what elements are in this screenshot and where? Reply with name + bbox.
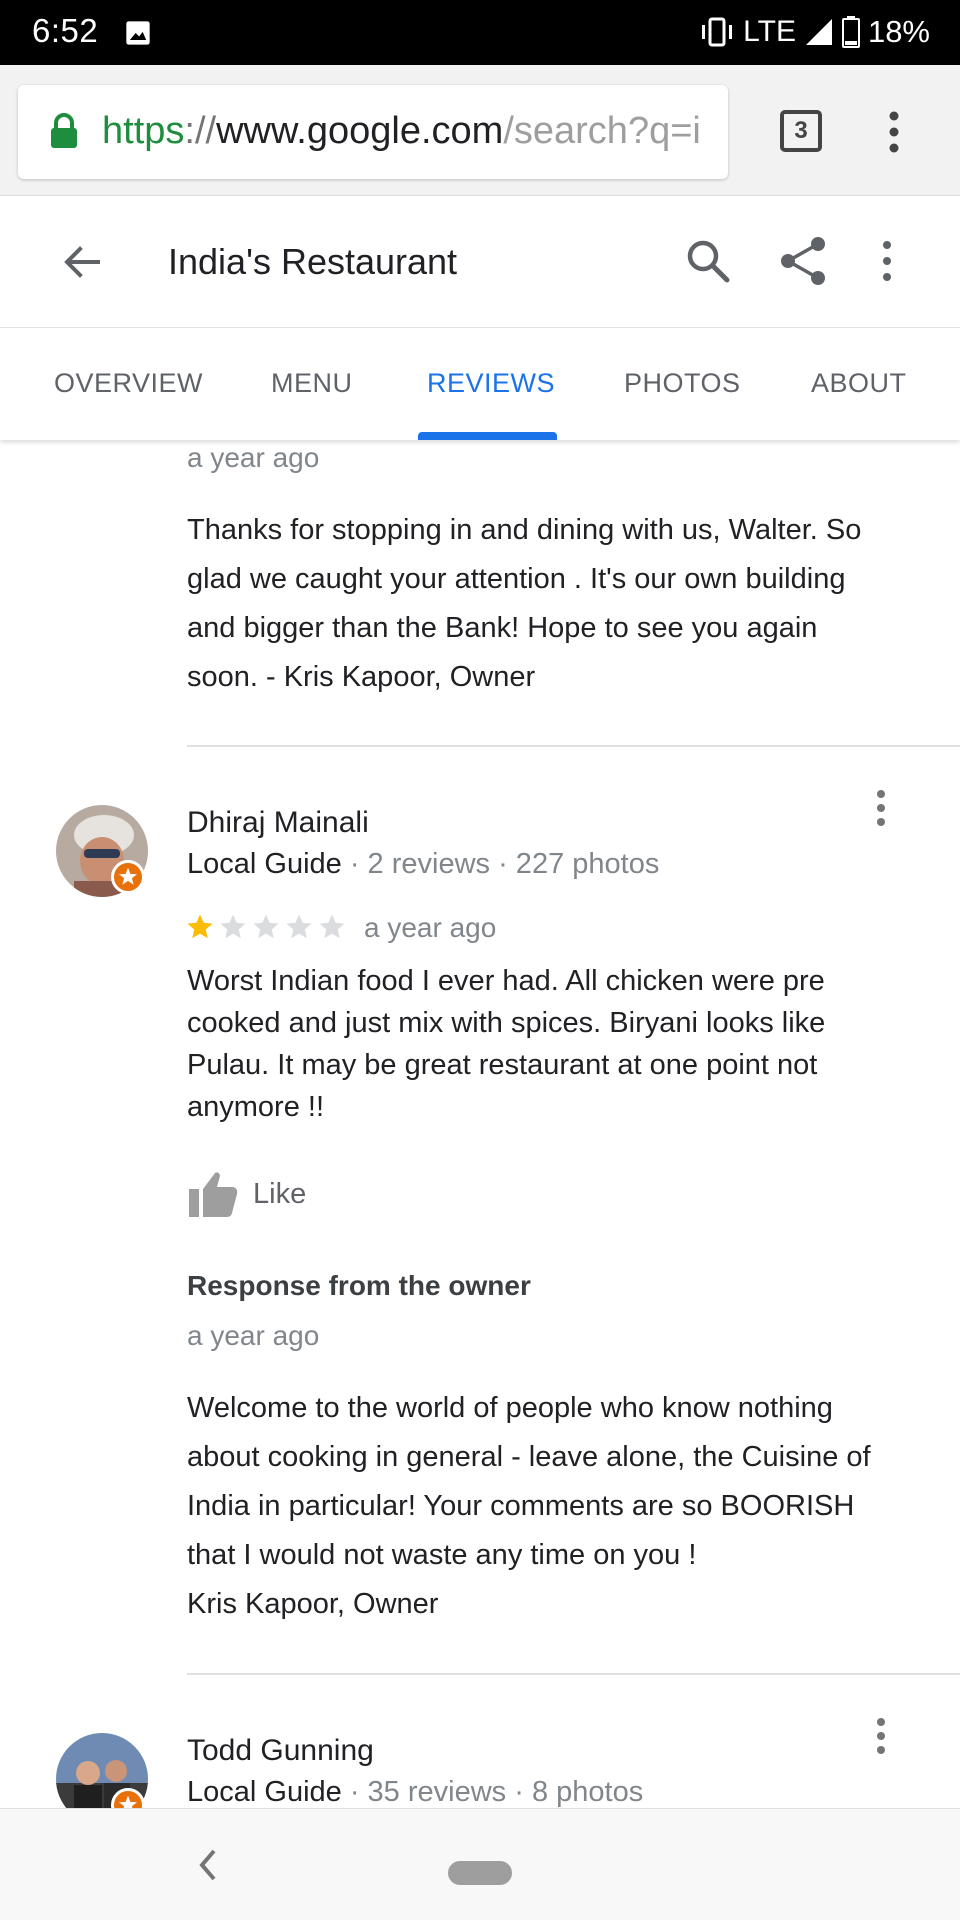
review-divider	[187, 745, 960, 747]
signal-icon	[805, 19, 832, 45]
review-line: anymore !!	[187, 1091, 324, 1123]
reviewer-stats: · 35 reviews · 8 photos	[341, 1776, 644, 1808]
owner-response-heading: Response from the owner	[187, 1270, 531, 1301]
active-tab-indicator	[418, 432, 557, 440]
owner-response-time: a year ago	[187, 442, 320, 473]
owner-response-line: glad we caught your attention . It's our…	[187, 563, 846, 595]
network-type: LTE	[743, 15, 796, 48]
home-pill-button[interactable]	[448, 1861, 512, 1885]
tab-bar: OVERVIEW MENU REVIEWS PHOTOS ABOUT	[0, 328, 960, 440]
owner-response-line: India in particular! Your comments are s…	[187, 1490, 855, 1522]
reviewer-name[interactable]: Todd Gunning	[187, 1734, 374, 1768]
address-bar[interactable]: https://www.google.com/search?q=i	[18, 85, 728, 179]
local-guide-label: Local Guide	[187, 848, 342, 880]
url-scheme: https	[102, 110, 185, 152]
owner-response-time: a year ago	[187, 1320, 320, 1351]
lock-icon	[51, 113, 77, 148]
owner-response-text: Welcome to the world of people who know …	[187, 1384, 927, 1629]
reviewer-stats: · 2 reviews · 227 photos	[341, 848, 660, 880]
review-line: cooked and just mix with spices. Biryani…	[187, 1007, 826, 1039]
tab-switcher-button[interactable]: 3	[780, 110, 822, 152]
owner-response-line: that I would not waste any time on you !	[187, 1539, 697, 1571]
tab-about[interactable]: ABOUT	[811, 368, 907, 399]
review-divider	[187, 1673, 960, 1675]
back-arrow-icon[interactable]	[58, 238, 106, 286]
star-icon	[220, 914, 246, 939]
owner-response-line: Kris Kapoor, Owner	[187, 1588, 439, 1620]
star-icon	[253, 914, 279, 939]
tab-reviews[interactable]: REVIEWS	[427, 368, 555, 399]
owner-response-text: Thanks for stopping in and dining with u…	[187, 506, 927, 702]
owner-response-line: and bigger than the Bank! Hope to see yo…	[187, 612, 818, 644]
system-nav-bar	[0, 1808, 960, 1920]
local-guide-badge	[111, 1788, 145, 1808]
vibrate-icon	[702, 17, 733, 47]
image-icon	[126, 21, 150, 45]
tab-count: 3	[794, 117, 808, 144]
status-indicators: LTE 18%	[699, 12, 930, 52]
url-host: www.google.com	[216, 110, 504, 152]
reviewer-meta: Local Guide · 2 reviews · 227 photos	[187, 848, 659, 881]
more-vert-icon[interactable]	[874, 236, 900, 286]
tab-menu[interactable]: MENU	[271, 368, 353, 399]
status-time: 6:52	[32, 12, 99, 49]
tab-photos[interactable]: PHOTOS	[624, 368, 741, 399]
owner-response-line: about cooking in general - leave alone, …	[187, 1441, 871, 1473]
url-text: https://www.google.com/search?q=i	[102, 110, 701, 153]
nav-back-icon[interactable]	[196, 1847, 220, 1883]
tab-overview[interactable]: OVERVIEW	[54, 368, 203, 399]
page-title: India's Restaurant	[168, 241, 458, 282]
search-icon[interactable]	[683, 236, 733, 286]
review-line: Pulau. It may be great restaurant at one…	[187, 1049, 818, 1081]
status-bar: 6:52 LTE 18%	[0, 0, 960, 65]
reviewer-meta: Local Guide · 35 reviews · 8 photos	[187, 1776, 643, 1808]
local-guide-label: Local Guide	[187, 1776, 342, 1808]
reviewer-name[interactable]: Dhiraj Mainali	[187, 806, 369, 840]
place-header: India's Restaurant	[0, 196, 960, 328]
thumbs-up-icon	[189, 1172, 238, 1217]
star-icon	[319, 914, 345, 939]
reviews-list[interactable]: a year ago Thanks for stopping in and di…	[0, 440, 960, 1808]
like-button[interactable]: Like	[187, 1169, 306, 1219]
more-vert-icon[interactable]	[880, 107, 908, 157]
star-icon	[286, 914, 312, 939]
like-label: Like	[253, 1177, 307, 1210]
star-icon	[118, 867, 138, 885]
more-vert-icon[interactable]	[875, 1716, 887, 1756]
star-icon	[118, 1795, 138, 1808]
local-guide-badge	[111, 860, 145, 894]
battery-percent: 18%	[867, 14, 930, 49]
star-rating	[185, 912, 347, 942]
review-text: Worst Indian food I ever had. All chicke…	[187, 960, 927, 1128]
more-vert-icon[interactable]	[875, 788, 887, 828]
owner-response-line: Welcome to the world of people who know …	[187, 1392, 833, 1424]
url-path: /search?q=i	[503, 110, 701, 152]
browser-toolbar: https://www.google.com/search?q=i 3	[0, 65, 960, 196]
url-separator: ://	[184, 110, 217, 152]
owner-response-line: Thanks for stopping in and dining with u…	[187, 514, 862, 546]
review-line: Worst Indian food I ever had. All chicke…	[187, 965, 825, 997]
battery-icon	[841, 16, 860, 48]
star-icon	[187, 914, 213, 939]
review-time: a year ago	[364, 912, 497, 943]
share-icon[interactable]	[776, 234, 830, 288]
owner-response-line: soon. - Kris Kapoor, Owner	[187, 661, 536, 693]
